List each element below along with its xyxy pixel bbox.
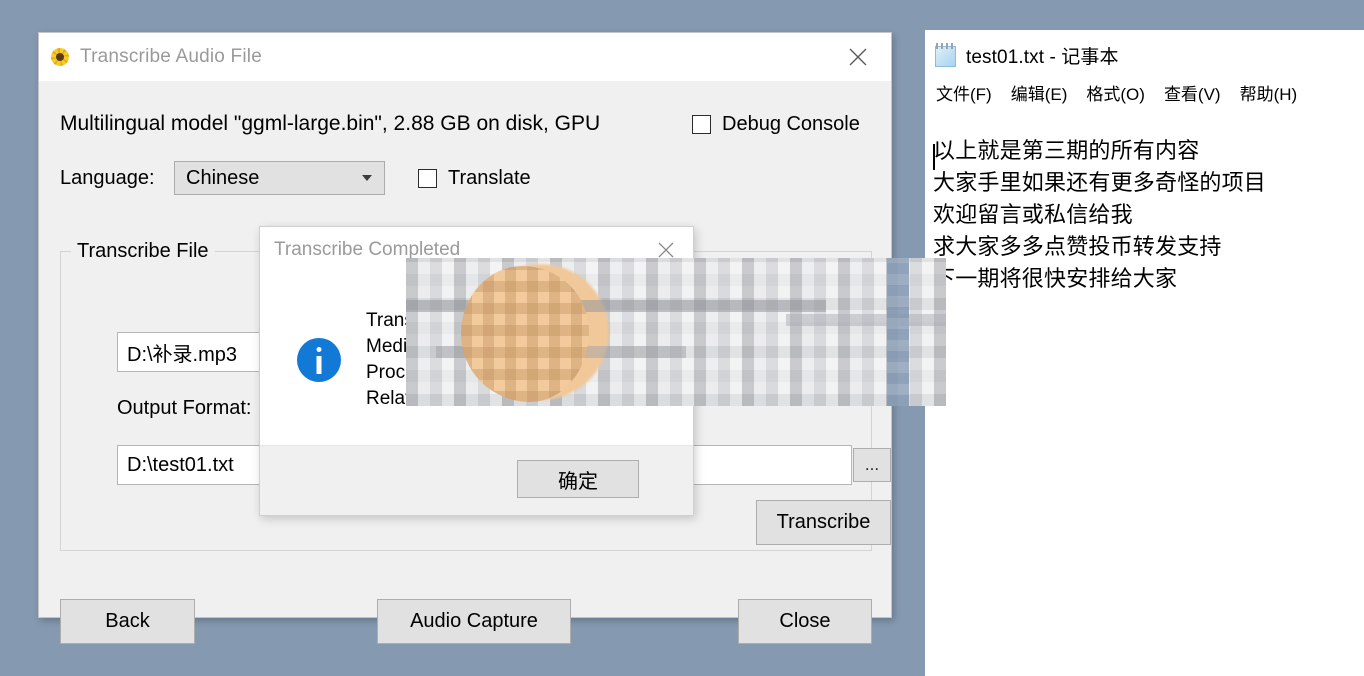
menu-file[interactable]: 文件(F) [935,80,993,105]
dialog-message: Transc Media Proce Relati [366,308,423,412]
notepad-text-line: 欢迎留言或私信给我 [933,200,1364,232]
dialog-footer: 确定 [260,445,693,515]
text-caret [933,144,935,170]
notepad-text-line: 下一期将很快安排给大家 [933,264,1364,296]
sunflower-icon [50,47,70,67]
browse-output-file-button[interactable]: ... [853,448,891,482]
menu-view[interactable]: 查看(V) [1163,80,1222,105]
dialog-message-line: Media [366,334,423,360]
dialog-titlebar: Transcribe Completed [260,227,693,273]
desktop: test01.txt - 记事本 文件(F) 编辑(E) 格式(O) 查看(V)… [0,0,1364,676]
main-window-titlebar: Transcribe Audio File [39,33,891,82]
chevron-down-icon [362,175,372,181]
notepad-text-line: 大家手里如果还有更多奇怪的项目 [933,168,1364,200]
menu-help[interactable]: 帮助(H) [1239,80,1299,105]
back-button[interactable]: Back [60,599,195,644]
translate-row: Translate [418,167,531,190]
menu-format[interactable]: 格式(O) [1085,80,1146,105]
notepad-text-line: 以上就是第三期的所有内容 [933,136,1364,168]
close-icon[interactable] [651,235,681,265]
transcribe-button[interactable]: Transcribe [756,500,891,545]
dialog-message-line: Proce [366,360,423,386]
main-window-title: Transcribe Audio File [80,46,262,68]
dialog-message-line: Transc [366,308,423,334]
notepad-titlebar: test01.txt - 记事本 [925,30,1364,80]
dialog-ok-button[interactable]: 确定 [517,460,639,498]
language-label: Language: [60,167,174,190]
menu-edit[interactable]: 编辑(E) [1010,80,1069,105]
info-icon [297,338,341,382]
dialog-content: Transc Media Proce Relati [260,273,693,446]
audio-capture-button[interactable]: Audio Capture [377,599,571,644]
model-info-label: Multilingual model "ggml-large.bin", 2.8… [60,112,600,136]
output-format-label: Output Format: [117,397,252,420]
notepad-icon [935,43,957,67]
transcribe-completed-dialog: Transcribe Completed Transc Media Proce … [259,226,694,516]
translate-label: Translate [448,167,531,190]
notepad-text-area[interactable]: 以上就是第三期的所有内容 大家手里如果还有更多奇怪的项目 欢迎留言或私信给我 求… [925,136,1364,676]
notepad-title: test01.txt - 记事本 [966,42,1119,69]
notepad-menubar: 文件(F) 编辑(E) 格式(O) 查看(V) 帮助(H) [925,80,1364,112]
debug-console-row: Debug Console [692,113,860,136]
language-select[interactable]: Chinese [174,161,385,195]
dialog-message-line: Relati [366,386,423,412]
close-button[interactable]: Close [738,599,872,644]
transcribe-file-legend: Transcribe File [71,240,215,263]
debug-console-checkbox[interactable] [692,115,711,134]
debug-console-label: Debug Console [722,113,860,136]
notepad-window: test01.txt - 记事本 文件(F) 编辑(E) 格式(O) 查看(V)… [925,30,1364,676]
notepad-text-line: 求大家多多点赞投币转发支持 [933,232,1364,264]
language-select-value: Chinese [186,167,259,190]
browse-source-file-button[interactable]: ... [853,335,891,369]
dialog-title: Transcribe Completed [274,239,460,261]
close-icon[interactable] [841,40,875,74]
translate-checkbox[interactable] [418,169,437,188]
language-row: Language: Chinese Translate [60,161,531,195]
